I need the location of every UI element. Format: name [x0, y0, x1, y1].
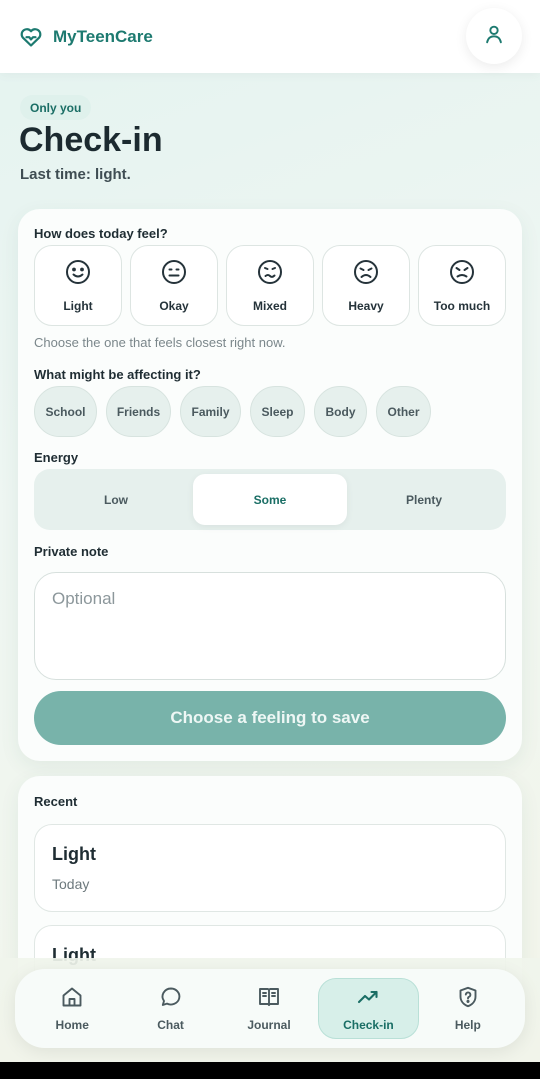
- mood-label: Light: [63, 298, 93, 313]
- checkin-card: How does today feel? Light Okay Mixed He…: [18, 209, 522, 761]
- mood-option-okay[interactable]: Okay: [130, 245, 218, 326]
- nav-label: Help: [454, 1018, 481, 1032]
- chip-school[interactable]: School: [34, 386, 97, 437]
- top-bar: MyTeenCare: [0, 0, 540, 73]
- mood-hint: Choose the one that feels closest right …: [34, 335, 286, 350]
- mood-option-mixed[interactable]: Mixed: [226, 245, 314, 326]
- mood-option-light[interactable]: Light: [34, 245, 122, 326]
- entry-feeling: Light: [52, 844, 96, 864]
- nav-help[interactable]: Help: [419, 978, 517, 1039]
- energy-option-some[interactable]: Some: [193, 474, 347, 525]
- mood-option-heavy[interactable]: Heavy: [322, 245, 410, 326]
- nav-journal[interactable]: Journal: [220, 978, 318, 1039]
- bottom-nav: Home Chat Journal Check-in Help: [15, 969, 525, 1048]
- nav-label: Check-in: [343, 1018, 394, 1032]
- brand[interactable]: MyTeenCare: [19, 25, 153, 49]
- trend-up-icon: [356, 985, 380, 1012]
- mood-label: Okay: [159, 298, 189, 313]
- note-label: Private note: [34, 544, 109, 559]
- energy-label: Energy: [34, 450, 79, 465]
- mood-label: Heavy: [348, 298, 384, 313]
- heart-logo-icon: [19, 25, 43, 49]
- nav-label: Chat: [157, 1018, 184, 1032]
- chip-friends[interactable]: Friends: [106, 386, 171, 437]
- feel-question: How does today feel?: [34, 226, 168, 241]
- factor-chips: School Friends Family Sleep Body Other: [34, 386, 431, 437]
- save-button[interactable]: Choose a feeling to save: [34, 691, 506, 745]
- last-checkin-text: Last time: light.: [20, 166, 131, 183]
- nav-home[interactable]: Home: [23, 978, 121, 1039]
- energy-selector: Low Some Plenty: [34, 469, 506, 530]
- nav-chat[interactable]: Chat: [121, 978, 219, 1039]
- profile-button[interactable]: [466, 8, 522, 64]
- chip-body[interactable]: Body: [314, 386, 367, 437]
- neutral-face-icon: [161, 259, 187, 290]
- chat-bubble-icon: [159, 985, 183, 1012]
- nav-label: Home: [55, 1018, 89, 1032]
- mood-label: Mixed: [252, 298, 287, 313]
- affect-question: What might be affecting it?: [34, 367, 201, 382]
- nav-check-in[interactable]: Check-in: [318, 978, 419, 1039]
- mood-options: Light Okay Mixed Heavy Too much: [34, 245, 506, 326]
- mood-option-too-much[interactable]: Too much: [418, 245, 506, 326]
- smile-face-icon: [65, 259, 91, 290]
- energy-option-low[interactable]: Low: [39, 474, 193, 525]
- page-title: Check-in: [19, 121, 163, 159]
- shield-question-icon: [456, 985, 480, 1012]
- sad-face-icon: [353, 259, 379, 290]
- mood-label: Too much: [433, 298, 491, 313]
- chip-sleep[interactable]: Sleep: [250, 386, 305, 437]
- chip-other[interactable]: Other: [376, 386, 431, 437]
- energy-option-plenty[interactable]: Plenty: [347, 474, 501, 525]
- system-bar: [0, 1062, 540, 1079]
- private-note-input[interactable]: [34, 572, 506, 680]
- person-icon: [483, 23, 505, 50]
- entry-date: Today: [52, 876, 90, 892]
- nav-label: Journal: [247, 1018, 291, 1032]
- book-icon: [257, 985, 281, 1012]
- recent-title: Recent: [34, 794, 78, 809]
- upset-face-icon: [449, 259, 475, 290]
- app-name: MyTeenCare: [53, 26, 153, 46]
- home-icon: [60, 985, 84, 1012]
- mixed-face-icon: [257, 259, 283, 290]
- recent-entry[interactable]: Light Today: [34, 824, 506, 912]
- privacy-badge: Only you: [20, 95, 92, 120]
- chip-family[interactable]: Family: [180, 386, 241, 437]
